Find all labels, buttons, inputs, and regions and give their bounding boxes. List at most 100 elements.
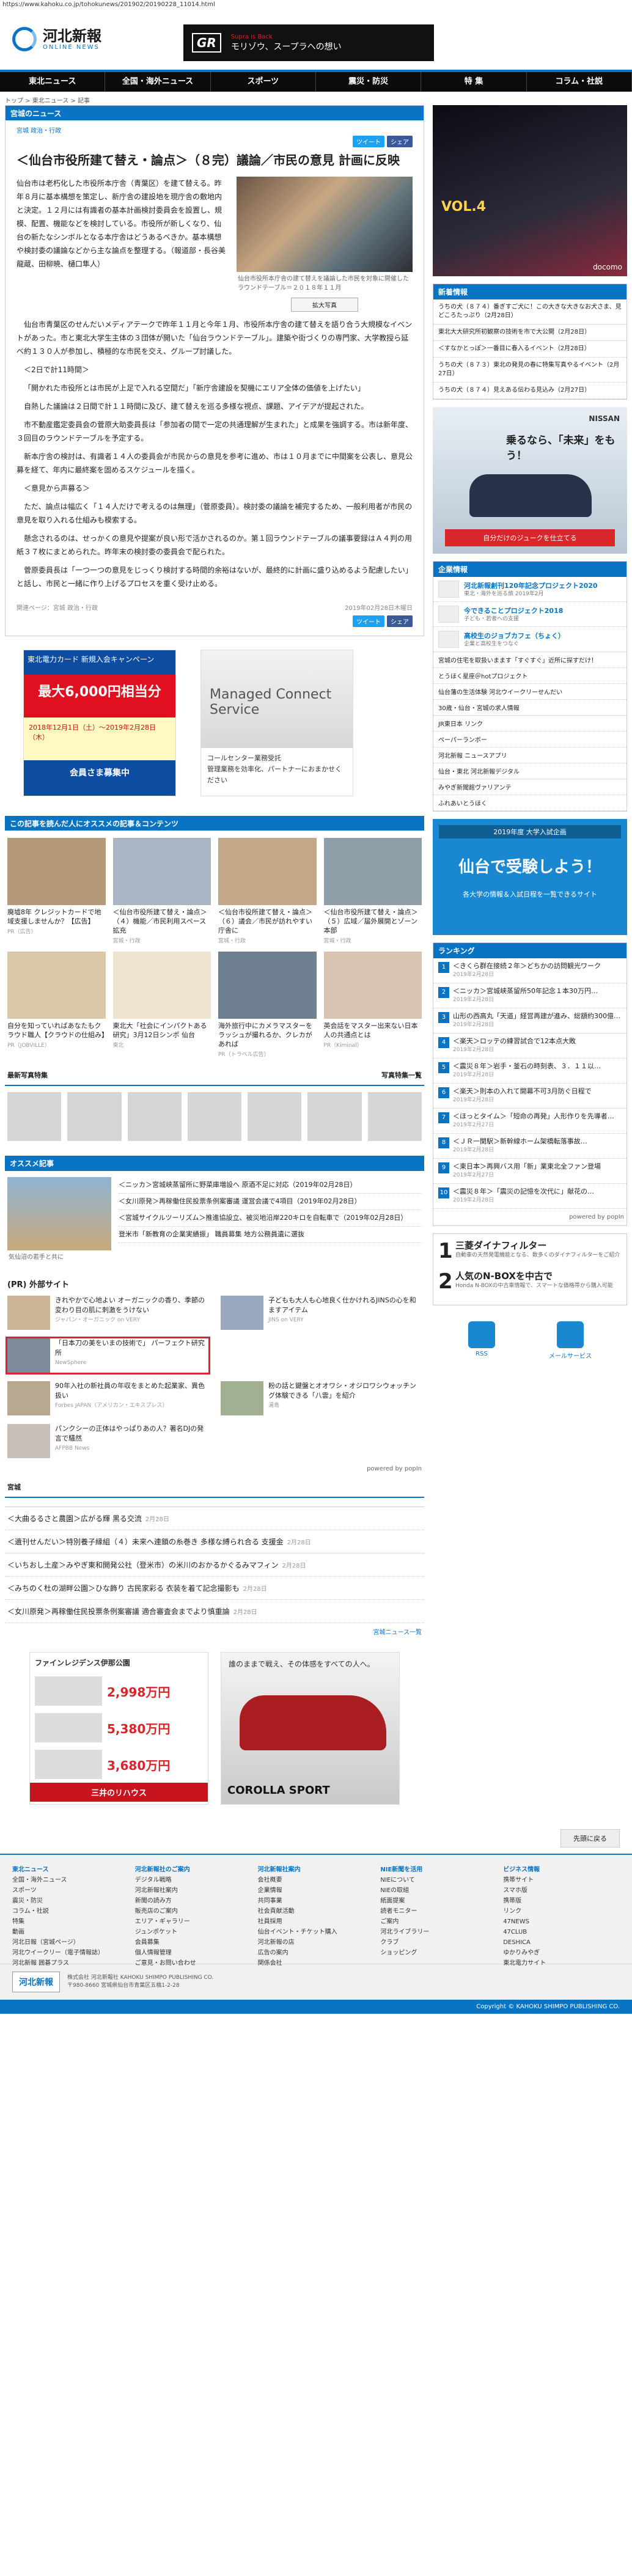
region-item[interactable]: ＜大曲るるさと農園＞広がる輝 黒る交流 2月28日 [5, 1507, 424, 1530]
footer-link[interactable]: 広告の案内 [258, 1948, 375, 1958]
ad-corolla[interactable]: 誰のままで戦え、その体感をすべての人へ。 COROLLA SPORT [221, 1652, 400, 1805]
footer-link[interactable]: 携帯サイト [503, 1875, 620, 1885]
rank-item[interactable]: 10 ＜震災８年＞「震災の記憶を次代に」献花の… 2019年2月28日 [433, 1184, 626, 1209]
footer-link[interactable]: ジュンポケット [135, 1927, 252, 1937]
nav-national[interactable]: 全国・海外ニュース [105, 72, 211, 92]
facebook-share-button-bottom[interactable]: シェア [387, 615, 413, 627]
ad-rehouse[interactable]: ファインレジデンス伊那公園 2,998万円 5,380万円 3,680万円 三井… [29, 1652, 208, 1805]
photo-thumb[interactable] [187, 1092, 242, 1141]
side-link[interactable]: ペーパーランボー [433, 732, 626, 747]
side-link[interactable]: とうほく星座＠hotプロジェクト [433, 668, 626, 684]
footer-link[interactable]: 会社概要 [258, 1875, 375, 1885]
footer-link[interactable]: ゆかりみやぎ [503, 1948, 620, 1958]
footer-heading[interactable]: ビジネス情報 [503, 1865, 620, 1875]
side-link[interactable]: みやぎ新聞館ヴァリアンテ [433, 779, 626, 795]
recommend-card[interactable]: ＜仙台市役所建て替え・論点＞（５）広域／届外展開とゾーン本部 宮城・行政 [323, 838, 422, 944]
footer-link[interactable]: ショッピング [380, 1948, 497, 1958]
footer-link[interactable]: 紙面提案 [380, 1896, 497, 1906]
footer-heading[interactable]: NIE新聞を活用 [380, 1865, 497, 1875]
side-ad-docomo[interactable]: VOL.4 docomo [433, 105, 627, 276]
recommend-card[interactable]: 東北大「社会にインパクトある研究」3月12日シンポ 仙台 東北 [112, 952, 211, 1058]
corp-item[interactable]: 高校生のジョブカフェ（ちょく） 企業と高校生をつなぐ [433, 627, 626, 652]
footer-link[interactable]: 特集 [12, 1917, 129, 1927]
osusume-item[interactable]: 登米市「新教育の企業実績振」 職員募集 地方公務員遺に選抜 [119, 1227, 422, 1243]
rank-item[interactable]: 9 ＜東日本＞再興バス用「新」業東北全ファン登場 2019年2月27日 [433, 1159, 626, 1184]
photo-thumb[interactable] [307, 1092, 362, 1141]
pr-item[interactable]: 子どもも大人も心地良く仕かけれるJINSの心を和ますアイテム JINS on VE… [221, 1296, 422, 1330]
side-link[interactable]: JR東日本 リンク [433, 716, 626, 732]
zoom-photo-button[interactable]: 拡大写真 [291, 298, 358, 312]
nav-tohoku[interactable]: 東北ニュース [0, 72, 106, 92]
footer-link[interactable]: DESHICA [503, 1937, 620, 1948]
footer-heading[interactable]: 河北新報社のご案内 [135, 1865, 252, 1875]
new-info-item[interactable]: 東北大大研究所初観察の技術を市で大公開（2月28日） [433, 325, 626, 341]
recommend-card[interactable]: ＜仙台市役所建て替え・論点＞（６）議会／市民が訪れやすい庁舎に 宮城・行政 [218, 838, 317, 944]
footer-logo[interactable]: 河北新報 [12, 1972, 60, 1992]
powered-by-side[interactable]: powered by popIn [433, 1209, 626, 1225]
rank-item[interactable]: 6 ＜楽天＞則本の入れて開幕不可3月防ぐ日程で 2019年2月28日 [433, 1084, 626, 1109]
footer-link[interactable]: 河北ウイークリー（電子情報誌） [12, 1948, 129, 1958]
pr-item-highlighted[interactable]: 「日本刀の美をいまの技術で」 パーフェクト研究所 NewSphere [6, 1337, 210, 1374]
osusume-item[interactable]: ＜ニッカ＞宮城峡蒸留所に野菜庫増設へ 原酒不足に対応（2019年02月28日） [119, 1177, 422, 1194]
footer-link[interactable]: 全国・海外ニュース [12, 1875, 129, 1885]
side-pr-item[interactable]: 2 人気のN-BOXを中古で Honda N-BOXの中古車情報で、スマートな価格帯… [438, 1269, 622, 1294]
footer-heading[interactable]: 東北ニュース [12, 1865, 129, 1875]
recommend-card[interactable]: 英会話をマスター出来ない日本人の共通点とは PR（Kiminal） [323, 952, 422, 1058]
side-pr-item[interactable]: 1 三菱ダイナフィルター 自動車の天然発電機能となる、数多くのダイナフィルターをご紹… [438, 1239, 622, 1263]
footer-link[interactable]: 河北新報 囲碁プラス [12, 1958, 129, 1969]
footer-link[interactable]: コラム・社説 [12, 1906, 129, 1917]
recommend-card[interactable]: ＜仙台市役所建て替え・論点＞（４）機能／市民利用スペース拡充 宮城・行政 [112, 838, 211, 944]
footer-link[interactable]: 河北日報（宮城ページ） [12, 1937, 129, 1948]
rank-item[interactable]: 1 ＜きくら群在接続２年＞どちかの訪問観光ワーク 2019年2月28日 [433, 958, 626, 983]
pr-item[interactable]: 粉の話と鍵盤とオオワシ・オジロワシウォッチング体験できる「八雲」を紹介 湯島 [221, 1381, 422, 1415]
pr-item[interactable]: パンクシーの正体はやっぱりあの人？著名DJの発言で騒然 AFPBB News [7, 1424, 208, 1458]
footer-link[interactable]: スポーツ [12, 1885, 129, 1896]
rss-link[interactable]: RSS [468, 1321, 495, 1360]
url-bar[interactable]: https://www.kahoku.co.jp/tohokunews/2019… [0, 0, 632, 11]
side-link[interactable]: 宮城の住宅を取扱いまます「すぐすぐ」近所に探すだけ！ [433, 652, 626, 668]
osusume-image[interactable] [7, 1177, 111, 1250]
photo-thumb[interactable] [127, 1092, 182, 1141]
footer-link[interactable]: 河北新報社案内 [135, 1885, 252, 1896]
region-more-link[interactable]: 宮城ニュース一覧 [5, 1623, 424, 1640]
footer-link[interactable]: エリア・ギャラリー [135, 1917, 252, 1927]
osusume-item[interactable]: ＜宮城サイクルツーリズム＞推進協設立、被災地沿岸220キロを自転車で（2019年… [119, 1210, 422, 1227]
footer-link[interactable]: 個人情報管理 [135, 1948, 252, 1958]
footer-link[interactable]: リンク [503, 1906, 620, 1917]
ad1-button[interactable]: 会員さま募集中 [24, 760, 175, 796]
mail-service-link[interactable]: メールサービス [549, 1321, 592, 1360]
footer-link[interactable]: 社会貢献活動 [258, 1906, 375, 1917]
article-tags[interactable]: 宮城 政治・行政 [6, 120, 424, 136]
footer-link[interactable]: 47CLUB [503, 1927, 620, 1937]
rank-item[interactable]: 8 ＜ＪＲ一関駅＞新幹線ホーム架橋転落事故… 2019年2月28日 [433, 1134, 626, 1159]
footer-link[interactable]: ご意見・お問い合わせ [135, 1958, 252, 1969]
footer-link[interactable]: スマホ版 [503, 1885, 620, 1896]
footer-link[interactable]: 共同事業 [258, 1896, 375, 1906]
side-ad-exam[interactable]: 2019年度 大学入試企画 仙台で受験しよう！ 各大学の情報＆入試日程を一覧でき… [433, 819, 627, 935]
ad-managed-connect[interactable]: Managed Connect Service コールセンター業務受託 管理業務… [200, 650, 353, 796]
footer-link[interactable]: 会員募集 [135, 1937, 252, 1948]
nav-disaster[interactable]: 震災・防災 [316, 72, 422, 92]
photo-thumb[interactable] [7, 1092, 62, 1141]
region-item[interactable]: ＜みちのく杜の湖畔公園＞ひな飾り 古民家彩る 衣装を着て記念撮影も 2月28日 [5, 1577, 424, 1600]
footer-link[interactable]: NIEの取組 [380, 1885, 497, 1896]
recommend-card[interactable]: 廃墟8年 クレジットカードで地域支援しませんか？【広告】 PR（広告） [7, 838, 106, 944]
footer-heading[interactable]: 河北新報社案内 [258, 1865, 375, 1875]
osusume-item[interactable]: ＜女川原発＞再稼働住民投票条例案審議 運営会議で4項目（2019年02月28日） [119, 1194, 422, 1210]
footer-link[interactable]: 震災・防災 [12, 1896, 129, 1906]
nav-sports[interactable]: スポーツ [211, 72, 316, 92]
footer-link[interactable]: 動画 [12, 1927, 129, 1937]
nav-feature[interactable]: 特 集 [421, 72, 527, 92]
footer-link[interactable]: 読者モニター [380, 1906, 497, 1917]
footer-link[interactable]: 企業情報 [258, 1885, 375, 1896]
photo-thumb[interactable] [248, 1092, 302, 1141]
footer-link[interactable]: 販売店のご案内 [135, 1906, 252, 1917]
recommend-card[interactable]: 自分を知っていればあなたもクラウド職人【クラウドの仕組み】 PR（JOBVILLE… [7, 952, 108, 1058]
photo-thumb[interactable] [67, 1092, 122, 1141]
region-item[interactable]: ＜遺刊せんだい＞特別養子縁組（４）未来へ連鎖の糸巻き 多様な縛られ合る 支援金 2… [5, 1530, 424, 1554]
footer-link[interactable]: 社員採用 [258, 1917, 375, 1927]
breadcrumb[interactable]: トップ > 東北ニュース > 記事 [0, 92, 632, 105]
footer-link[interactable]: 河北ライブラリー [380, 1927, 497, 1937]
site-logo[interactable]: 河北新報 ONLINE NEWS [12, 27, 101, 51]
powered-by[interactable]: powered by popIn [5, 1461, 424, 1477]
